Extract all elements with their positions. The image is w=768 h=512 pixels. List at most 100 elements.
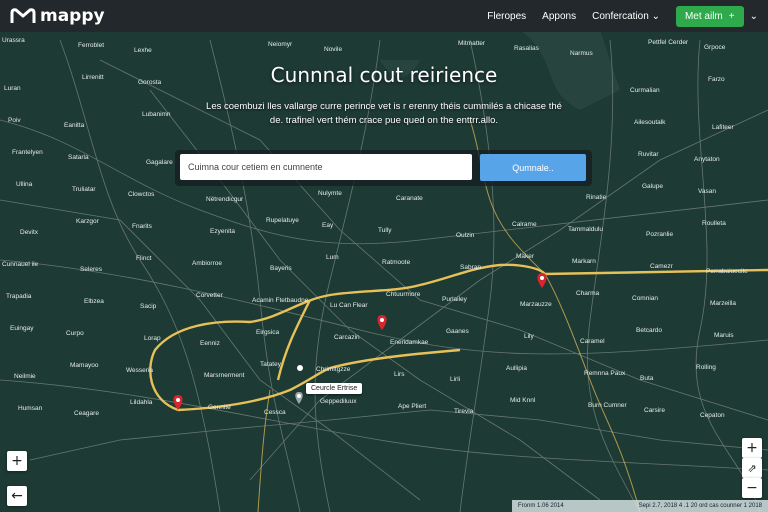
nav-item-appons[interactable]: Appons (542, 11, 576, 22)
place-label: Remnna Paux (584, 370, 626, 377)
place-label: Buta (640, 375, 654, 382)
place-label: Humsan (18, 405, 43, 412)
place-label: Neilmie (14, 373, 36, 380)
place-label: Curmalian (630, 87, 660, 94)
place-label: Bayeris (270, 265, 292, 272)
place-label: Trapadia (6, 293, 32, 300)
place-label: Lily (524, 333, 535, 340)
place-label: Karzgor (76, 218, 100, 225)
place-label: Frantelyen (12, 149, 43, 156)
place-label: Chrimitgzze (316, 366, 351, 373)
place-label: Acamin Ftetbaudne (252, 297, 309, 304)
place-label: Cunnauel ile (2, 261, 39, 268)
place-label: Roulleta (702, 220, 726, 227)
place-label: Rasalias (514, 45, 540, 52)
nav-item-fleropes[interactable]: Fleropes (487, 11, 526, 22)
place-label: Ape Pliert (398, 403, 426, 410)
search-input[interactable] (180, 154, 472, 180)
hero-description: Les coembuzi lles vallarge curre perince… (206, 101, 562, 126)
place-label: Curpo (66, 330, 84, 337)
place-label: Maruis (714, 332, 734, 339)
place-label: Geppediluux (320, 398, 357, 405)
map-zoom-out-button[interactable]: − (742, 478, 762, 498)
place-label: Burn Cumner (588, 402, 627, 409)
place-label: Eanitta (64, 122, 85, 129)
main-nav: Fleropes Appons Confercation ⌄ Met ailm … (487, 5, 758, 27)
place-label: Lirs (394, 371, 405, 378)
more-chevron-icon[interactable]: ⌄ (750, 11, 758, 22)
rotate-icon[interactable]: ⇗ (742, 458, 762, 478)
place-label: Urassra (2, 37, 25, 44)
place-label: Mamayoo (70, 362, 99, 369)
place-label: Lafiteer (712, 124, 735, 131)
place-label: Devitx (20, 229, 39, 236)
nav-item-confercation-label: Confercation (592, 10, 649, 22)
plus-icon: + (728, 10, 735, 22)
location-dot (297, 365, 303, 371)
place-label: Marzauzze (520, 301, 552, 308)
place-label: Vasan (698, 188, 716, 195)
location-tooltip: Ceurcle Ertrise (306, 383, 363, 394)
place-label: Truliatar (72, 186, 96, 193)
place-label: Lorap (144, 335, 161, 342)
place-label: Eenniz (200, 340, 220, 347)
place-label: Tammaldulu (568, 226, 603, 233)
nav-item-confercation[interactable]: Confercation ⌄ (592, 11, 660, 22)
attribution-right: Sepi 2.7, 2018 4 .1 20 ord cas counner 1… (638, 503, 762, 509)
place-label: Lirli (450, 376, 460, 383)
top-bar: mappy Fleropes Appons Confercation ⌄ Met… (0, 0, 768, 32)
place-label: Mitmatter (458, 40, 486, 47)
place-label: Tatatey (260, 361, 282, 368)
place-label: Ezyenita (210, 228, 235, 235)
place-label: Elbzea (84, 298, 104, 305)
place-label: Camezr (650, 263, 674, 270)
map-attribution: Fronm 1.06 2014 Sepi 2.7, 2018 4 .1 20 o… (512, 500, 768, 512)
place-label: Ferroblet (78, 42, 104, 49)
map-zoom-in-button[interactable]: + (742, 438, 762, 458)
place-label: Lexhe (134, 47, 152, 54)
place-label: Carsire (644, 407, 665, 414)
place-label: Pozranlie (646, 231, 673, 238)
place-label: Seleres (80, 266, 103, 273)
place-label: Gennite (208, 404, 231, 411)
place-label: Ailesoutalk (634, 119, 666, 126)
place-label: Gaanes (446, 328, 470, 335)
place-label: Tirevia (454, 408, 474, 415)
mappy-logo-icon (10, 8, 36, 23)
place-label: Cessca (264, 409, 286, 416)
place-label: Caranate (396, 195, 423, 202)
place-label: Pettfel Cerder (648, 39, 689, 46)
place-label: Flinct (136, 255, 152, 262)
brand-name: mappy (40, 6, 105, 26)
place-label: Novile (324, 46, 342, 53)
place-label: Ambiorroe (192, 260, 222, 267)
place-label: Nulymte (318, 190, 342, 197)
zoom-in-button[interactable]: + (7, 451, 27, 471)
place-label: Rupelatuye (266, 217, 299, 224)
place-label: Lu Can Flear (330, 302, 368, 309)
place-label: Betcardo (636, 327, 662, 334)
place-label: Marsrnerment (204, 372, 245, 379)
place-label: Galupe (642, 183, 663, 190)
place-label: Lum (326, 254, 339, 261)
back-button[interactable]: ← (7, 486, 27, 506)
place-label: Eirgsica (256, 329, 280, 336)
place-label: Lildahla (130, 399, 153, 406)
place-label: Ruvitar (638, 151, 659, 158)
place-label: Marzeilla (710, 300, 736, 307)
place-label: Tully (378, 227, 392, 234)
met-ailm-button[interactable]: Met ailm + (675, 5, 744, 27)
place-label: Caramel (580, 338, 605, 345)
chevron-down-icon: ⌄ (651, 10, 660, 22)
search-button[interactable]: Qumnale.. (480, 154, 586, 181)
cta-label: Met ailm (684, 10, 723, 22)
place-label: Grpoce (704, 44, 726, 51)
place-label: Gagalare (146, 159, 173, 166)
place-label: Rinatie (586, 194, 607, 201)
place-label: Sabran (460, 264, 481, 271)
place-label: Markarn (572, 258, 596, 265)
place-label: Mid Knnl (510, 397, 536, 404)
place-label: Narmus (570, 50, 594, 57)
brand-logo[interactable]: mappy (10, 6, 105, 26)
place-label: Corvetter (196, 292, 224, 299)
